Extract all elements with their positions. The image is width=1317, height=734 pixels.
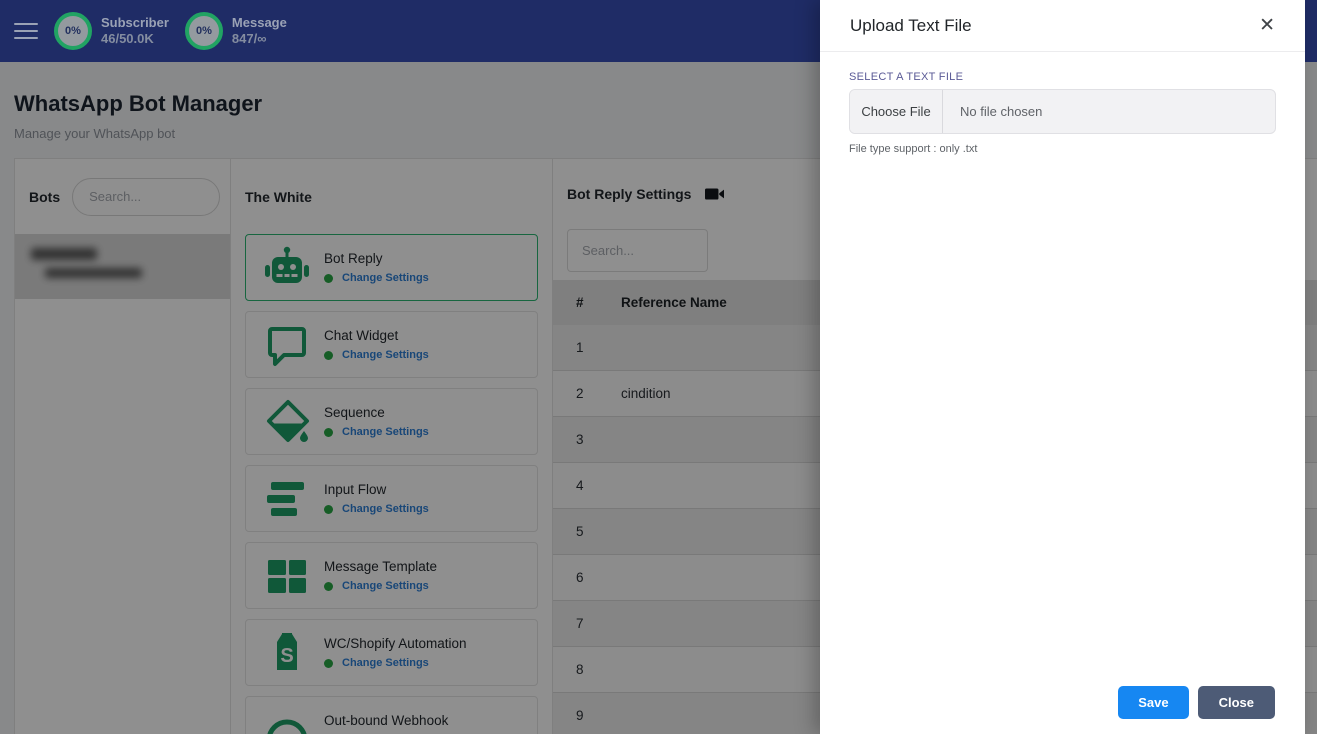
- modal-header: Upload Text File ✕: [820, 0, 1305, 52]
- subscriber-progress-ring: 0%: [54, 12, 92, 50]
- message-percent: 0%: [195, 25, 212, 37]
- upload-text-file-modal: Upload Text File ✕ SELECT A TEXT FILE Ch…: [820, 0, 1305, 734]
- modal-body: SELECT A TEXT FILE Choose File No file c…: [820, 52, 1305, 155]
- file-chosen-status: No file chosen: [960, 104, 1043, 119]
- file-type-helper-text: File type support : only .txt: [849, 143, 978, 155]
- message-value: 847/∞: [231, 31, 267, 46]
- message-label: Message: [231, 14, 287, 30]
- subscriber-percent: 0%: [65, 25, 81, 37]
- message-stat: 0% Message 847/∞: [184, 12, 287, 50]
- select-text-file-label: SELECT A TEXT FILE: [849, 71, 964, 83]
- file-upload-input[interactable]: Choose File No file chosen: [849, 89, 1276, 134]
- subscriber-value: 46/50.0K: [101, 31, 154, 46]
- hamburger-menu-icon[interactable]: [14, 18, 38, 44]
- save-button[interactable]: Save: [1118, 686, 1189, 719]
- modal-footer: Save Close: [1118, 686, 1275, 719]
- choose-file-button[interactable]: Choose File: [850, 90, 943, 133]
- modal-title: Upload Text File: [850, 15, 972, 35]
- message-progress-ring: 0%: [184, 12, 223, 50]
- subscriber-label: Subscriber: [101, 14, 169, 30]
- subscriber-stat: 0% Subscriber 46/50.0K: [54, 12, 169, 50]
- close-icon[interactable]: ✕: [1257, 14, 1277, 37]
- close-button[interactable]: Close: [1197, 686, 1275, 719]
